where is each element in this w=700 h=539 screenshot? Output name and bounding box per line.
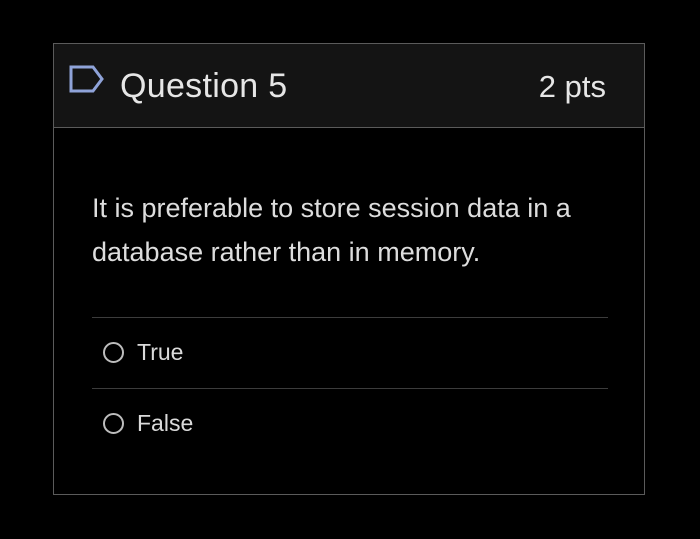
answer-option-true[interactable]: True [92, 323, 608, 381]
question-text: It is preferable to store session data i… [92, 193, 571, 267]
answer-divider [92, 388, 608, 389]
flag-icon[interactable] [68, 63, 106, 95]
question-points: 2 pts [538, 69, 606, 104]
question-header: Question 5 2 pts [54, 44, 644, 128]
answer-label: False [137, 410, 194, 436]
answer-label: True [137, 339, 184, 365]
question-title: Question 5 [120, 67, 288, 105]
answer-divider [92, 317, 608, 318]
radio-button-icon[interactable] [103, 412, 124, 434]
quiz-question-card: Question 5 2 pts It is preferable to sto… [53, 43, 645, 495]
answer-option-false[interactable]: False [92, 394, 608, 452]
radio-button-icon[interactable] [103, 341, 124, 363]
